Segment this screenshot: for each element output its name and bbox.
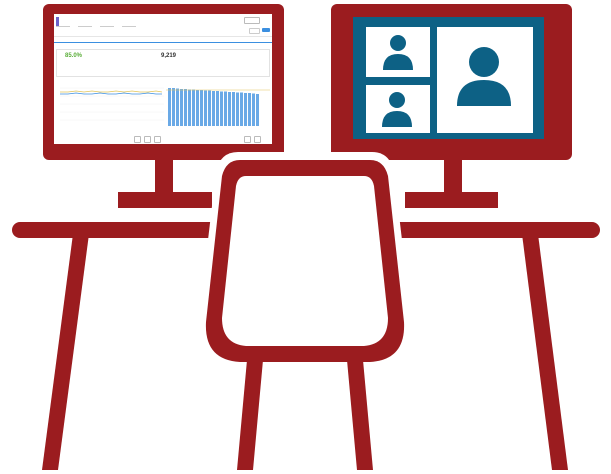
toolbar-icon[interactable] bbox=[254, 136, 261, 143]
kpi-card: 85.0% bbox=[65, 53, 82, 60]
chart-toolbar bbox=[134, 136, 161, 143]
kpi-panel: 85.0% 9,219 bbox=[56, 49, 270, 77]
tab-primary[interactable] bbox=[94, 38, 120, 40]
secondary-button[interactable] bbox=[249, 28, 260, 34]
toolbar-icon[interactable] bbox=[244, 136, 251, 143]
dashboard-screen: 85.0% 9,219 bbox=[54, 14, 272, 144]
line-chart bbox=[56, 82, 164, 128]
more-icon[interactable] bbox=[263, 17, 268, 22]
chair-icon bbox=[197, 152, 413, 470]
primary-button[interactable] bbox=[262, 28, 270, 32]
video-tile-main bbox=[437, 27, 533, 133]
kpi-value: 9,219 bbox=[161, 53, 177, 59]
bar-chart bbox=[166, 82, 270, 128]
tab-bar bbox=[54, 37, 272, 43]
filter-bar bbox=[56, 26, 136, 27]
filter-field[interactable] bbox=[100, 26, 114, 27]
filter-field[interactable] bbox=[78, 26, 92, 27]
filter-field[interactable] bbox=[56, 26, 70, 27]
chart-toolbar bbox=[244, 136, 261, 143]
filter-field[interactable] bbox=[122, 26, 136, 27]
kpi-card: 9,219 bbox=[161, 53, 176, 60]
toolbar-icon[interactable] bbox=[144, 136, 151, 143]
toolbar-icon[interactable] bbox=[154, 136, 161, 143]
kpi-value: 85.0% bbox=[65, 53, 83, 59]
toolbar-icon[interactable] bbox=[134, 136, 141, 143]
remote-work-illustration: 85.0% 9,219 bbox=[0, 0, 611, 474]
app-logo bbox=[56, 17, 59, 26]
dashboard-header bbox=[54, 14, 272, 37]
tab-secondary[interactable] bbox=[204, 38, 226, 40]
header-dropdown[interactable] bbox=[244, 17, 260, 24]
